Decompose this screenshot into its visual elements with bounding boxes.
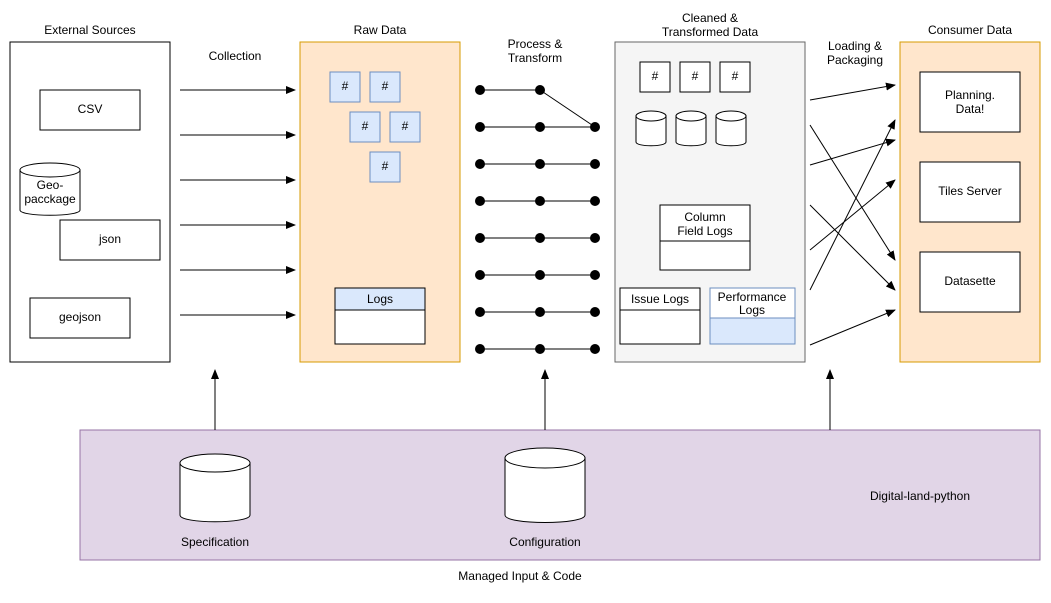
specification-cylinder: Specification	[180, 454, 250, 549]
tiles-server-box: Tiles Server	[920, 162, 1020, 222]
svg-text:#: #	[342, 79, 349, 93]
svg-text:Tiles Server: Tiles Server	[938, 184, 1002, 198]
svg-text:#: #	[732, 69, 739, 83]
svg-text:#: #	[362, 119, 369, 133]
loading-label: Loading &	[828, 39, 882, 53]
geopackage-cylinder: Geo- pacckage	[20, 163, 80, 215]
svg-text:Specification: Specification	[181, 535, 249, 549]
svg-text:Transform: Transform	[508, 51, 562, 65]
loading-label-2: Packaging	[827, 53, 883, 67]
svg-text:Performance: Performance	[718, 290, 787, 304]
svg-text:Datasette: Datasette	[944, 274, 996, 288]
svg-text:#: #	[692, 69, 699, 83]
pipeline-rows	[475, 85, 600, 354]
cleaned-cylinders	[636, 111, 746, 146]
consumer-data-panel: Consumer Data Planning. Data! Tiles Serv…	[900, 23, 1040, 362]
svg-text:Cleaned &: Cleaned &	[682, 11, 738, 25]
svg-text:json: json	[98, 232, 121, 246]
csv-box: CSV	[40, 90, 140, 130]
consumer-data-title: Consumer Data	[928, 23, 1012, 37]
external-sources-title: External Sources	[44, 23, 135, 37]
cleaned-data-panel: Cleaned & Transformed Data # # # Column …	[615, 11, 805, 362]
loading-arrows	[810, 85, 895, 345]
svg-text:Data!: Data!	[956, 102, 985, 116]
collection-label: Collection	[209, 49, 262, 63]
datasette-box: Datasette	[920, 252, 1020, 312]
svg-text:#: #	[652, 69, 659, 83]
column-field-logs-box: Column Field Logs	[660, 205, 750, 270]
raw-data-panel: Raw Data # # # # # Logs	[300, 23, 460, 362]
svg-text:Issue Logs: Issue Logs	[631, 292, 689, 306]
svg-text:pacckage: pacckage	[24, 192, 76, 206]
svg-text:Logs: Logs	[367, 292, 393, 306]
svg-text:Configuration: Configuration	[509, 535, 580, 549]
svg-text:#: #	[382, 79, 389, 93]
svg-text:Transformed Data: Transformed Data	[662, 25, 759, 39]
digital-land-python-label: Digital-land-python	[870, 489, 970, 503]
svg-text:geojson: geojson	[59, 310, 101, 324]
svg-text:CSV: CSV	[78, 102, 103, 116]
raw-logs-box: Logs	[335, 288, 425, 344]
planning-box: Planning. Data!	[920, 72, 1020, 132]
svg-text:Logs: Logs	[739, 303, 765, 317]
geojson-box: geojson	[30, 298, 130, 338]
svg-text:Column: Column	[684, 210, 725, 224]
json-box: json	[60, 220, 160, 260]
svg-text:Process &: Process &	[508, 37, 563, 51]
svg-text:Geo-: Geo-	[37, 178, 64, 192]
external-sources-panel: External Sources CSV Geo- pacckage json …	[10, 23, 170, 362]
raw-data-title: Raw Data	[354, 23, 407, 37]
svg-text:Field Logs: Field Logs	[677, 224, 732, 238]
managed-input-panel: Managed Input & Code Specification Confi…	[80, 430, 1040, 583]
issue-logs-box: Issue Logs	[620, 288, 700, 344]
svg-text:Planning.: Planning.	[945, 88, 995, 102]
process-transform-panel: Process & Transform	[475, 37, 600, 354]
managed-title: Managed Input & Code	[458, 569, 582, 583]
svg-text:#: #	[382, 159, 389, 173]
performance-logs-box: Performance Logs	[710, 288, 795, 344]
svg-text:#: #	[402, 119, 409, 133]
